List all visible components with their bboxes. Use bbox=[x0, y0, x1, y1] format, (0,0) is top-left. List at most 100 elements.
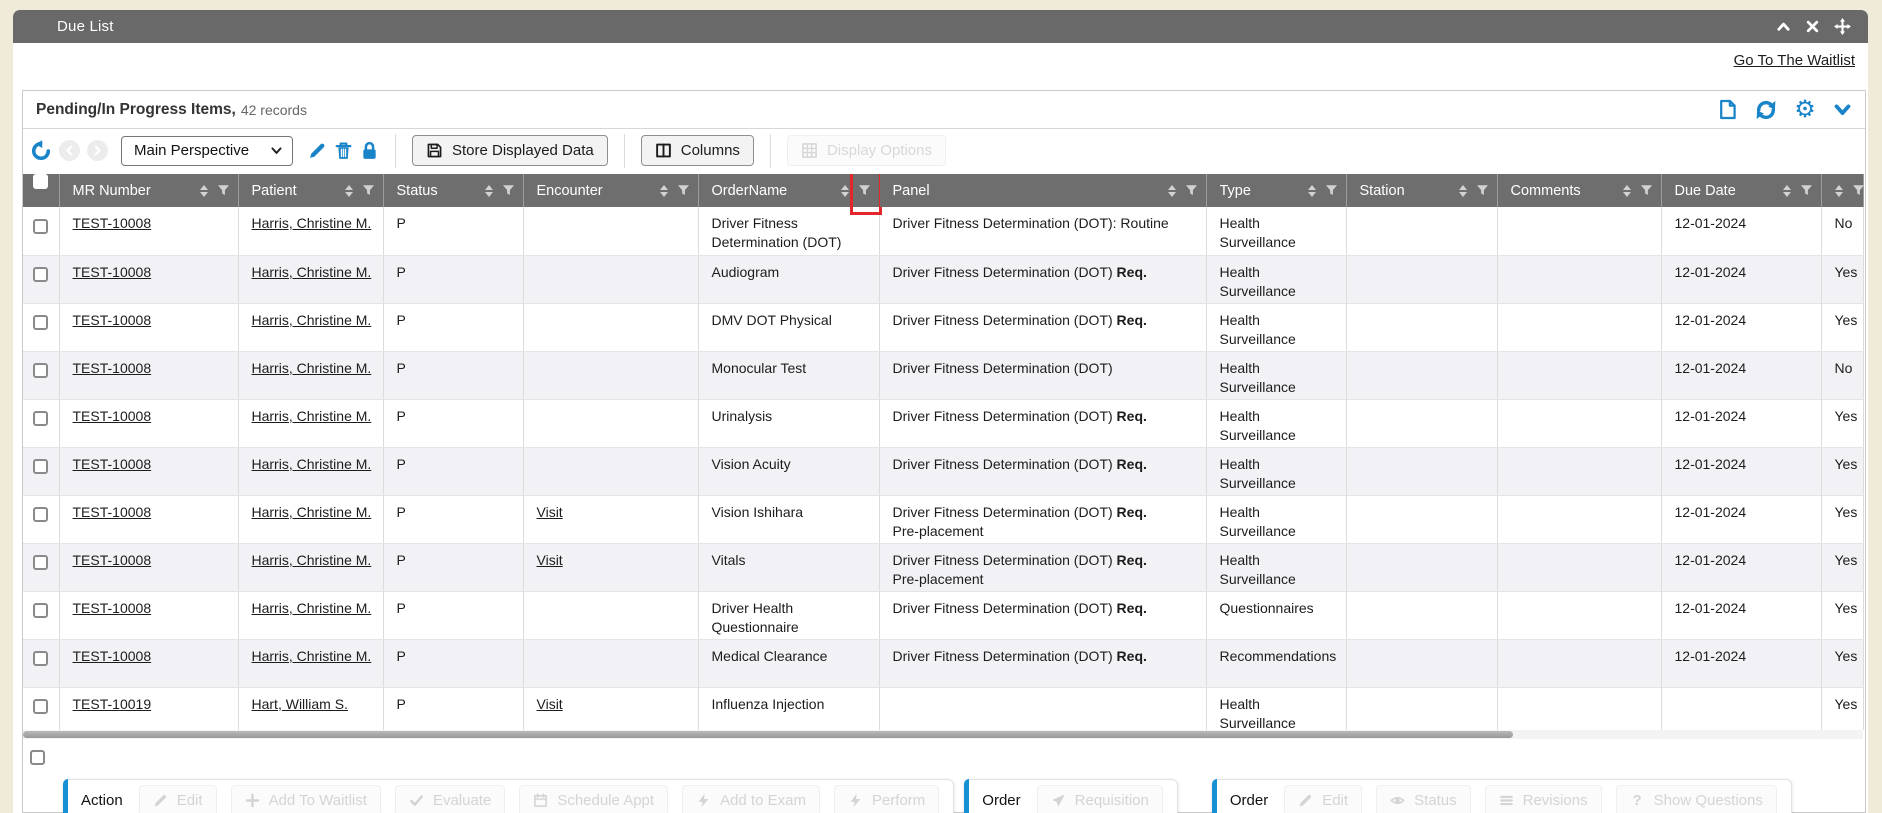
columns-button[interactable]: Columns bbox=[641, 135, 754, 166]
column-header-ordername[interactable]: OrderName bbox=[698, 174, 879, 207]
mr-number-link[interactable]: TEST-10008 bbox=[73, 312, 152, 328]
mr-number-link[interactable]: TEST-10008 bbox=[73, 360, 152, 376]
select-all-checkbox[interactable] bbox=[33, 174, 48, 189]
column-header-panel[interactable]: Panel bbox=[879, 174, 1206, 207]
patient-link[interactable]: Harris, Christine M. bbox=[252, 648, 372, 664]
patient-link[interactable]: Harris, Christine M. bbox=[252, 264, 372, 280]
mr-number-link[interactable]: TEST-10008 bbox=[73, 648, 152, 664]
patient-link[interactable]: Harris, Christine M. bbox=[252, 504, 372, 520]
row-checkbox[interactable] bbox=[33, 411, 48, 426]
row-checkbox[interactable] bbox=[33, 219, 48, 234]
column-header-mr-number[interactable]: MR Number bbox=[59, 174, 238, 207]
sort-icon[interactable] bbox=[1308, 185, 1316, 197]
column-header-req[interactable]: Req bbox=[1821, 174, 1863, 207]
lock-icon[interactable] bbox=[360, 141, 379, 160]
patient-link[interactable]: Harris, Christine M. bbox=[252, 456, 372, 472]
filter-icon[interactable] bbox=[502, 184, 515, 197]
column-header-status[interactable]: Status bbox=[383, 174, 523, 207]
mr-number-link[interactable]: TEST-10019 bbox=[73, 696, 152, 712]
row-checkbox[interactable] bbox=[33, 699, 48, 714]
filter-icon[interactable] bbox=[217, 184, 230, 197]
document-icon[interactable] bbox=[1717, 99, 1738, 120]
patient-link[interactable]: Harris, Christine M. bbox=[252, 360, 372, 376]
patient-link[interactable]: Harris, Christine M. bbox=[252, 215, 372, 231]
encounter-link[interactable]: Visit bbox=[537, 696, 563, 712]
filter-icon[interactable] bbox=[1476, 184, 1489, 197]
send-icon bbox=[1051, 793, 1066, 808]
perspective-select[interactable]: Main Perspective bbox=[121, 136, 293, 166]
refresh-icon[interactable] bbox=[1755, 99, 1777, 121]
sort-icon[interactable] bbox=[485, 185, 493, 197]
go-to-waitlist-link[interactable]: Go To The Waitlist bbox=[1734, 52, 1855, 69]
filter-icon[interactable] bbox=[1852, 184, 1865, 197]
filter-icon-highlighted[interactable] bbox=[858, 184, 871, 197]
close-icon[interactable] bbox=[1805, 19, 1820, 34]
type-cell: Health Surveillance bbox=[1206, 351, 1346, 399]
mr-number-link[interactable]: TEST-10008 bbox=[73, 408, 152, 424]
mr-number-link[interactable]: TEST-10008 bbox=[73, 504, 152, 520]
sort-icon[interactable] bbox=[345, 185, 353, 197]
row-checkbox[interactable] bbox=[33, 363, 48, 378]
mr-number-cell: TEST-10008 bbox=[59, 303, 238, 351]
row-checkbox[interactable] bbox=[33, 507, 48, 522]
gear-icon[interactable]: ⚙ bbox=[1794, 99, 1816, 121]
move-icon[interactable] bbox=[1834, 18, 1851, 35]
sort-icon[interactable] bbox=[1168, 185, 1176, 197]
patient-link[interactable]: Hart, William S. bbox=[252, 696, 348, 712]
chevron-down-icon[interactable] bbox=[1833, 100, 1852, 119]
table-row: TEST-10008Harris, Christine M.PVision Ac… bbox=[23, 447, 1863, 495]
add-to-waitlist-button: Add To Waitlist bbox=[231, 785, 381, 813]
column-header-due-date[interactable]: Due Date bbox=[1661, 174, 1821, 207]
pencil-icon[interactable] bbox=[308, 141, 327, 160]
patient-link[interactable]: Harris, Christine M. bbox=[252, 552, 372, 568]
sort-icon[interactable] bbox=[660, 185, 668, 197]
patient-link[interactable]: Harris, Christine M. bbox=[252, 312, 372, 328]
filter-icon[interactable] bbox=[362, 184, 375, 197]
sort-icon[interactable] bbox=[1623, 185, 1631, 197]
row-select-cell bbox=[23, 399, 59, 447]
select-all-checkbox-bottom[interactable] bbox=[30, 750, 45, 765]
select-all-header-cell bbox=[23, 174, 59, 207]
chevron-up-icon[interactable] bbox=[1776, 19, 1791, 34]
schedule-appt-button: Schedule Appt bbox=[519, 785, 668, 813]
trash-icon[interactable] bbox=[334, 141, 353, 160]
mr-number-link[interactable]: TEST-10008 bbox=[73, 456, 152, 472]
store-displayed-data-button[interactable]: Store Displayed Data bbox=[412, 135, 608, 166]
mr-number-link[interactable]: TEST-10008 bbox=[73, 264, 152, 280]
row-select-cell bbox=[23, 351, 59, 399]
encounter-link[interactable]: Visit bbox=[537, 504, 563, 520]
filter-icon[interactable] bbox=[1325, 184, 1338, 197]
row-checkbox[interactable] bbox=[33, 267, 48, 282]
column-header-station[interactable]: Station bbox=[1346, 174, 1497, 207]
patient-cell: Harris, Christine M. bbox=[238, 591, 383, 639]
mr-number-link[interactable]: TEST-10008 bbox=[73, 215, 152, 231]
undo-icon[interactable] bbox=[30, 140, 52, 162]
sort-icon[interactable] bbox=[1835, 185, 1843, 197]
scrollbar-thumb[interactable] bbox=[23, 731, 1513, 738]
column-header-type[interactable]: Type bbox=[1206, 174, 1346, 207]
patient-link[interactable]: Harris, Christine M. bbox=[252, 408, 372, 424]
encounter-link[interactable]: Visit bbox=[537, 552, 563, 568]
filter-icon[interactable] bbox=[1640, 184, 1653, 197]
column-header-encounter[interactable]: Encounter bbox=[523, 174, 698, 207]
sort-icon[interactable] bbox=[1783, 185, 1791, 197]
filter-icon[interactable] bbox=[1185, 184, 1198, 197]
panel-cell: Driver Fitness Determination (DOT) Req. bbox=[879, 255, 1206, 303]
mr-number-link[interactable]: TEST-10008 bbox=[73, 600, 152, 616]
filter-icon[interactable] bbox=[1800, 184, 1813, 197]
row-checkbox[interactable] bbox=[33, 315, 48, 330]
row-checkbox[interactable] bbox=[33, 459, 48, 474]
sort-icon[interactable] bbox=[1459, 185, 1467, 197]
column-header-comments[interactable]: Comments bbox=[1497, 174, 1661, 207]
add-to-exam-button: Add to Exam bbox=[682, 785, 820, 813]
filter-icon[interactable] bbox=[677, 184, 690, 197]
station-cell bbox=[1346, 303, 1497, 351]
patient-link[interactable]: Harris, Christine M. bbox=[252, 600, 372, 616]
row-checkbox[interactable] bbox=[33, 603, 48, 618]
mr-number-link[interactable]: TEST-10008 bbox=[73, 552, 152, 568]
sort-icon[interactable] bbox=[841, 185, 849, 197]
row-checkbox[interactable] bbox=[33, 555, 48, 570]
sort-icon[interactable] bbox=[200, 185, 208, 197]
column-header-patient[interactable]: Patient bbox=[238, 174, 383, 207]
row-checkbox[interactable] bbox=[33, 651, 48, 666]
